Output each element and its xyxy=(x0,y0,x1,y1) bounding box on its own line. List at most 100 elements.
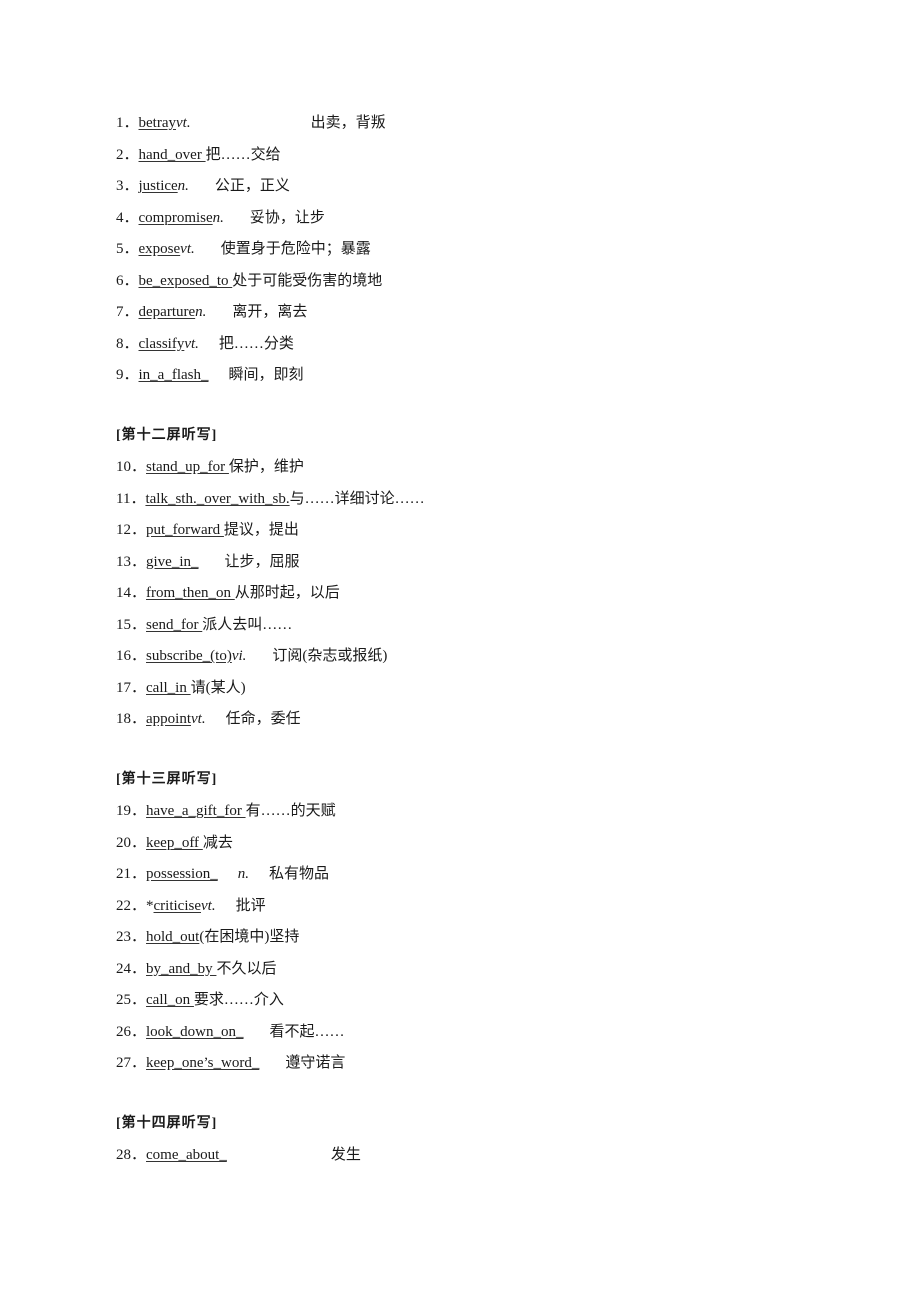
item-term: call_on xyxy=(146,992,194,1008)
section-12: [第十二屏听写] 10．stand_up_for 保护，维护 11．talk_s… xyxy=(116,423,816,738)
item-pos: vi. xyxy=(231,648,247,664)
item-term: hold_out xyxy=(146,929,200,945)
item-term: subscribe_(to) xyxy=(146,648,232,664)
item-number: 20． xyxy=(116,834,147,851)
item-meaning: (在困境中)坚持 xyxy=(199,929,300,945)
item-meaning: 减去 xyxy=(202,834,233,851)
item-number: 10． xyxy=(116,459,147,475)
vocab-item: 13．give_in_ 让步，屈服 xyxy=(116,549,816,581)
item-term: talk_sth._over_with_sb. xyxy=(145,490,290,507)
item-term: compromise xyxy=(138,209,213,226)
item-number: 12． xyxy=(116,522,147,538)
vocab-item: 15．send_for 派人去叫…… xyxy=(116,612,816,644)
item-pos: vt. xyxy=(176,115,191,131)
vocab-item: 20．keep_off 减去 xyxy=(116,830,816,862)
item-number: 5． xyxy=(116,241,139,257)
item-number: 7． xyxy=(116,304,139,320)
item-meaning: 处于可能受伤害的境地 xyxy=(232,272,383,289)
item-pos: vt. xyxy=(191,711,206,727)
vocab-item: 25．call_on 要求……介入 xyxy=(116,987,816,1019)
item-number: 9． xyxy=(116,367,139,383)
vocab-item: 19．have_a_gift_for 有……的天赋 xyxy=(116,798,816,830)
item-meaning: 要求……介入 xyxy=(193,992,284,1008)
vocab-item: 8．classifyvt. 把……分类 xyxy=(116,331,816,363)
item-number: 8． xyxy=(116,335,139,352)
item-number: 25． xyxy=(116,992,147,1008)
item-pos: n. xyxy=(212,209,224,226)
item-pos: vt. xyxy=(180,241,195,257)
section-1: 1．betrayvt. 出卖，背叛 2．hand_over 把……交给 3．jus… xyxy=(116,110,816,394)
section-14: [第十四屏听写] 28．come_about_ 发生 xyxy=(116,1111,816,1174)
item-term: classify xyxy=(138,335,185,352)
item-term: justice xyxy=(138,178,178,194)
item-meaning: 妥协，让步 xyxy=(249,209,325,226)
item-meaning: 不久以后 xyxy=(216,960,277,977)
vocab-item: 27．keep_one’s_word_ 遵守诺言 xyxy=(116,1050,816,1082)
item-term: send_for xyxy=(146,616,203,633)
item-number: 3． xyxy=(116,178,139,194)
item-term: put_forward xyxy=(146,522,224,538)
item-number: 2． xyxy=(116,146,139,163)
item-meaning: 遵守诺言 xyxy=(285,1055,346,1071)
section-heading: [第十四屏听写] xyxy=(116,1115,218,1131)
vocab-item: 2．hand_over 把……交给 xyxy=(116,142,816,174)
item-term: expose xyxy=(138,241,181,257)
item-meaning: 把……分类 xyxy=(218,335,294,352)
vocab-item: 3．justicen. 公正，正义 xyxy=(116,173,816,205)
item-number: 23． xyxy=(116,929,147,945)
vocab-item: 6．be_exposed_to 处于可能受伤害的境地 xyxy=(116,268,816,300)
vocab-item: 23．hold_out(在困境中)坚持 xyxy=(116,924,816,956)
item-number: 4． xyxy=(116,209,139,226)
item-term: departure xyxy=(138,304,196,320)
vocab-item: 16．subscribe_(to)vi. 订阅(杂志或报纸) xyxy=(116,643,816,675)
item-number: 28． xyxy=(116,1147,147,1163)
item-number: 16． xyxy=(116,648,147,664)
vocab-item: 11．talk_sth._over_with_sb.与……详细讨论…… xyxy=(116,486,816,518)
item-term: appoint xyxy=(146,711,192,727)
item-meaning: 订阅(杂志或报纸) xyxy=(272,648,388,664)
item-term: keep_one’s_word_ xyxy=(146,1055,260,1071)
item-term: look_down_on_ xyxy=(146,1023,244,1040)
vocab-item: 14．from_then_on 从那时起，以后 xyxy=(116,580,816,612)
item-meaning: 从那时起，以后 xyxy=(234,585,340,601)
item-number: 26． xyxy=(116,1023,147,1040)
vocab-item: 28．come_about_ 发生 xyxy=(116,1142,816,1174)
vocab-item: 10．stand_up_for 保护，维护 xyxy=(116,454,816,486)
vocab-item: 1．betrayvt. 出卖，背叛 xyxy=(116,110,816,142)
item-number: 24． xyxy=(116,960,147,977)
item-meaning: 让步，屈服 xyxy=(224,553,300,570)
item-term: have_a_gift_for xyxy=(146,803,246,819)
section-heading: [第十二屏听写] xyxy=(116,427,218,443)
item-meaning: 瞬间，即刻 xyxy=(228,367,304,383)
vocab-item: 21．possession_ n. 私有物品 xyxy=(116,861,816,893)
item-pos: n. xyxy=(177,178,189,194)
item-term: from_then_on xyxy=(146,585,235,601)
item-pos: vt. xyxy=(184,335,199,352)
item-number: 6． xyxy=(116,272,139,289)
item-term: possession_ xyxy=(146,866,218,882)
item-meaning: 派人去叫…… xyxy=(202,616,293,633)
item-number: 11． xyxy=(116,490,146,507)
section-13: [第十三屏听写] 19．have_a_gift_for 有……的天赋 20．ke… xyxy=(116,767,816,1082)
item-meaning: 批评 xyxy=(235,897,266,914)
item-number: 18． xyxy=(116,711,147,727)
item-pos: n. xyxy=(237,866,249,882)
item-pos: n. xyxy=(195,304,207,320)
item-meaning: 保护，维护 xyxy=(228,459,304,475)
item-prefix: * xyxy=(146,897,154,914)
item-term: hand_over xyxy=(138,146,206,163)
item-meaning: 私有物品 xyxy=(268,866,329,882)
item-term: keep_off xyxy=(146,834,203,851)
item-term: betray xyxy=(138,115,176,131)
item-number: 21． xyxy=(116,866,147,882)
item-number: 27． xyxy=(116,1055,147,1071)
item-number: 17． xyxy=(116,679,147,696)
vocab-item: 24．by_and_by 不久以后 xyxy=(116,956,816,988)
item-number: 1． xyxy=(116,115,139,131)
item-meaning: 提议，提出 xyxy=(223,522,299,538)
item-meaning: 与……详细讨论…… xyxy=(289,490,425,507)
item-number: 22． xyxy=(116,897,147,914)
vocab-item: 17．call_in 请(某人) xyxy=(116,675,816,707)
item-meaning: 出卖，背叛 xyxy=(310,115,386,131)
vocab-item: 4．compromisen. 妥协，让步 xyxy=(116,205,816,237)
